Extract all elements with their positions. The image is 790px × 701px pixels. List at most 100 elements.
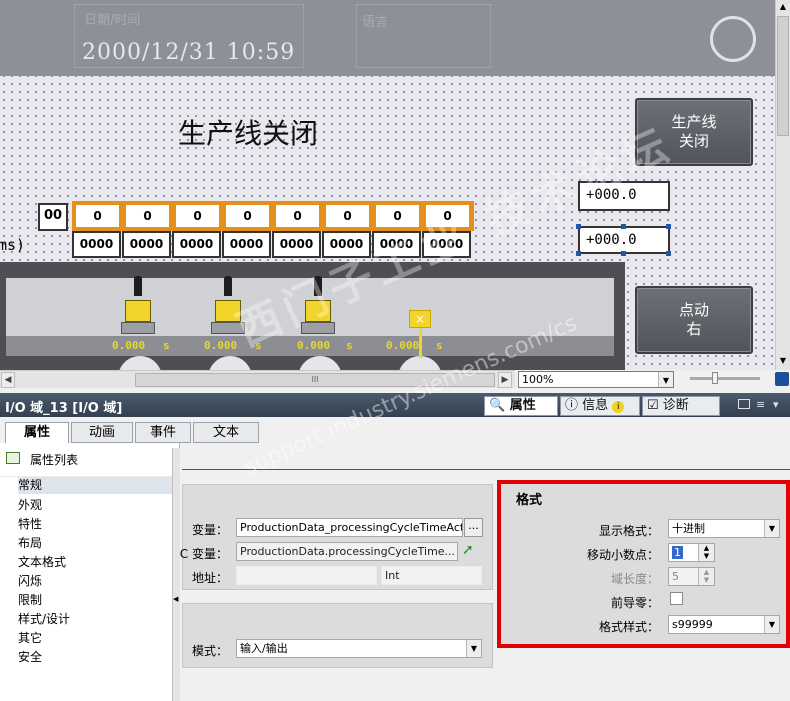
timer-value[interactable]: 0.000 bbox=[112, 339, 145, 352]
row-index-field[interactable]: 00 bbox=[38, 203, 68, 231]
selection-handle[interactable] bbox=[666, 224, 671, 229]
screen-title: 生产线关闭 bbox=[178, 117, 319, 150]
address-field[interactable] bbox=[236, 566, 377, 585]
tree-item-limits[interactable]: 限制 bbox=[18, 592, 42, 609]
status-circle-icon[interactable] bbox=[710, 16, 756, 62]
tree-item-security[interactable]: 安全 bbox=[18, 649, 42, 666]
chevron-left-icon[interactable]: ◀ bbox=[173, 595, 178, 603]
bottom-value-cell[interactable]: 0000 bbox=[172, 231, 221, 258]
field-length-spinner[interactable]: 5 ▲ ▼ bbox=[668, 567, 715, 586]
bottom-value-cell[interactable]: 0000 bbox=[272, 231, 321, 258]
plc-tag-label: C 变量： bbox=[179, 547, 228, 561]
display-format-label: 显示格式： bbox=[598, 524, 659, 538]
goto-arrow-icon[interactable]: ➚ bbox=[462, 542, 474, 558]
selection-handle[interactable] bbox=[666, 251, 671, 256]
mode-select[interactable]: 输入/输出 ▼ bbox=[236, 639, 482, 658]
tree-item-styles[interactable]: 样式/设计 bbox=[18, 611, 70, 628]
tree-item-appearance[interactable]: 外观 bbox=[18, 497, 42, 514]
datetime-label: 日期/时间 bbox=[84, 13, 141, 28]
format-pattern-select[interactable]: s99999 ▼ bbox=[668, 615, 780, 634]
timer-value[interactable]: 0.000 bbox=[204, 339, 237, 352]
object-title: I/O 域_13 [I/O 域] bbox=[5, 401, 123, 416]
timer-value[interactable]: 0.000 bbox=[386, 339, 419, 352]
selection-handle[interactable] bbox=[621, 251, 626, 256]
spinner-arrows-icon[interactable]: ▲ ▼ bbox=[698, 544, 714, 561]
subtab-animation[interactable]: 动画 bbox=[71, 422, 133, 443]
zoom-slider-track[interactable] bbox=[690, 377, 760, 380]
property-list-icon[interactable] bbox=[6, 452, 20, 464]
plc-tag-field[interactable]: ProductionData.processingCycleTime... bbox=[236, 542, 458, 561]
zoom-select[interactable]: 100% ▼ bbox=[518, 371, 674, 388]
pane-splitter[interactable] bbox=[172, 448, 180, 701]
top-value-cell[interactable]: 0 bbox=[74, 203, 121, 229]
chevron-down-icon[interactable]: ▼ bbox=[764, 520, 779, 537]
display-format-select[interactable]: 十进制 ▼ bbox=[668, 519, 780, 538]
collapse-icon[interactable]: ▾ bbox=[773, 398, 785, 411]
vertical-scroll-thumb[interactable] bbox=[777, 16, 789, 136]
io-field-selected[interactable]: +000.0 bbox=[578, 226, 670, 254]
browse-tag-button[interactable]: ... bbox=[464, 518, 483, 537]
subtab-text[interactable]: 文本 bbox=[193, 422, 259, 443]
chevron-down-icon[interactable]: ▼ bbox=[764, 616, 779, 633]
properties-icon: 🔍 bbox=[489, 398, 506, 413]
tree-item-misc[interactable]: 其它 bbox=[18, 630, 42, 647]
menu-icon[interactable]: ≡ bbox=[756, 398, 768, 411]
leading-zeros-checkbox[interactable] bbox=[670, 592, 683, 605]
top-value-cell[interactable]: 0 bbox=[274, 203, 321, 229]
subtab-properties[interactable]: 属性 bbox=[5, 422, 69, 443]
scroll-down-icon[interactable]: ▼ bbox=[777, 356, 789, 366]
display-format-value: 十进制 bbox=[672, 522, 705, 535]
info-badge-icon: i bbox=[612, 401, 625, 413]
timer-unit: s bbox=[163, 339, 170, 352]
scroll-left-icon[interactable]: ◀ bbox=[1, 372, 15, 388]
bottom-value-cell[interactable]: 0000 bbox=[122, 231, 171, 258]
property-list-label[interactable]: 属性列表 bbox=[30, 451, 78, 468]
tab-properties[interactable]: 🔍 属性 bbox=[484, 396, 558, 416]
switch-icon[interactable] bbox=[125, 300, 151, 322]
restore-icon[interactable] bbox=[738, 399, 750, 409]
switch-pointer bbox=[419, 328, 422, 358]
info-icon: ⓘ bbox=[565, 398, 579, 413]
datetime-display[interactable]: 2000/12/31 10:59 bbox=[82, 40, 295, 65]
hmi-header-bar: 日期/时间 语言 2000/12/31 10:59 bbox=[0, 0, 775, 76]
top-value-cell[interactable]: 0 bbox=[324, 203, 371, 229]
address-label: 地址： bbox=[191, 571, 228, 585]
selection-handle[interactable] bbox=[576, 251, 581, 256]
chevron-down-icon[interactable]: ▼ bbox=[658, 372, 673, 387]
zoom-value: 100% bbox=[522, 373, 554, 386]
top-value-cell[interactable]: 0 bbox=[174, 203, 221, 229]
tab-diagnostics[interactable]: ☑ 诊断 bbox=[642, 396, 720, 416]
tab-info-label: 信息 bbox=[582, 398, 609, 413]
chevron-down-icon[interactable]: ▼ bbox=[466, 640, 481, 657]
vertical-scrollbar[interactable]: ▲ ▼ bbox=[775, 0, 790, 370]
zoom-slider-thumb[interactable] bbox=[712, 372, 718, 384]
mode-value: 输入/输出 bbox=[240, 642, 288, 655]
hmi-screen-canvas[interactable]: 日期/时间 语言 2000/12/31 10:59 生产线关闭 生产线 关闭 +… bbox=[0, 0, 775, 370]
top-value-cell[interactable]: 0 bbox=[224, 203, 271, 229]
top-value-cell[interactable]: 0 bbox=[124, 203, 171, 229]
timer-value[interactable]: 0.000 bbox=[297, 339, 330, 352]
subtab-events[interactable]: 事件 bbox=[135, 422, 191, 443]
tab-diagnostics-label: 诊断 bbox=[662, 398, 689, 413]
bottom-value-cell[interactable]: 0000 bbox=[222, 231, 271, 258]
selected-switch-icon[interactable]: × bbox=[409, 310, 431, 328]
data-type-field: Int bbox=[381, 566, 482, 585]
selection-handle[interactable] bbox=[621, 224, 626, 229]
jog-right-button[interactable]: 点动 右 bbox=[635, 286, 753, 354]
tab-properties-label: 属性 bbox=[509, 398, 536, 413]
tree-item-text-format[interactable]: 文本格式 bbox=[18, 554, 66, 571]
bottom-value-cell[interactable]: 0000 bbox=[72, 231, 121, 258]
scroll-up-icon[interactable]: ▲ bbox=[777, 2, 789, 12]
tree-item-flashing[interactable]: 闪烁 bbox=[18, 573, 42, 590]
spinner-arrows-icon[interactable]: ▲ ▼ bbox=[698, 568, 714, 585]
tree-item-layout[interactable]: 布局 bbox=[18, 535, 42, 552]
tag-field[interactable]: ProductionData_processingCycleTimeAct bbox=[236, 518, 463, 537]
decimal-shift-spinner[interactable]: 1 ▲ ▼ bbox=[668, 543, 715, 562]
switch-lever-icon bbox=[134, 276, 142, 296]
scroll-right-icon[interactable]: ▶ bbox=[498, 372, 512, 388]
fit-view-icon[interactable] bbox=[775, 372, 789, 386]
selection-handle[interactable] bbox=[576, 224, 581, 229]
tree-item-general[interactable]: 常规 bbox=[18, 477, 173, 494]
tree-item-characteristics[interactable]: 特性 bbox=[18, 516, 42, 533]
tab-info[interactable]: ⓘ 信息 i bbox=[560, 396, 640, 416]
